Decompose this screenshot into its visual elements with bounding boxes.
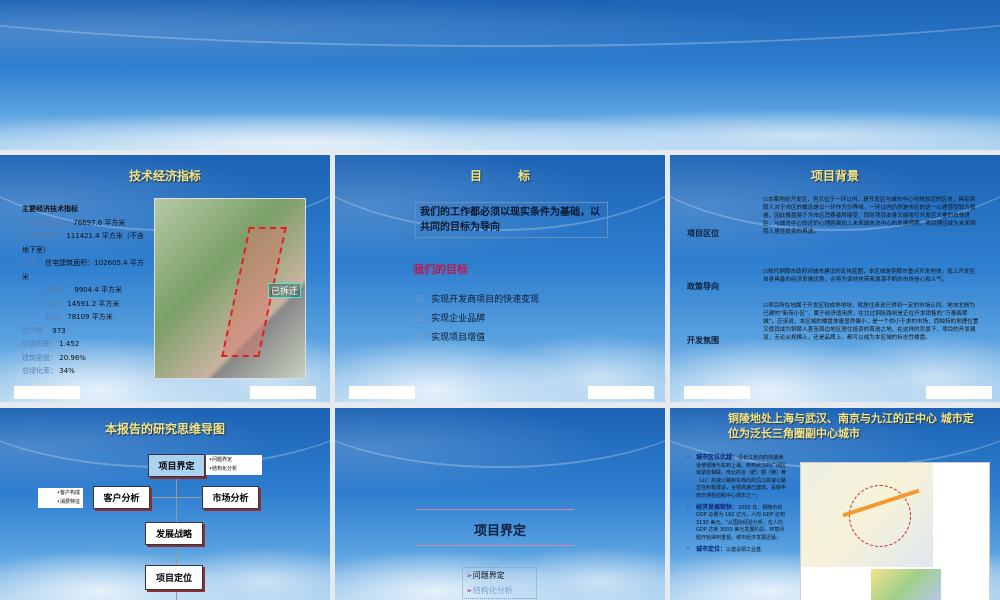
- indicator-row: 规划用地面积： 76697.6 平方米: [22, 218, 126, 227]
- goal-item: ☑ 实现项目增值: [415, 333, 486, 343]
- slide-title: 本报告的研究思维导图: [104, 422, 225, 436]
- indicator-rows: 规划用地面积： 76697.6 平方米总建筑面积： 111421.4 平方米（不…: [22, 217, 150, 379]
- indicator-heading: 主要经济技术指标: [22, 205, 78, 213]
- indicator-row: 总建筑面积： 111421.4 平方米（不含地下室）: [22, 232, 144, 254]
- slide-title: 铜陵地处上海与武汉、南京与九江的正中心 城市定位为泛长三角圈副中心城市: [728, 412, 974, 440]
- node-customer-analysis[interactable]: 客户分析: [93, 486, 150, 509]
- section-label: 开发氛围: [687, 336, 719, 345]
- city-bullet: ➢ 经济发展较快：2005 年，铜陵市的 GDP 总量为 182 亿元，人均 GD…: [686, 503, 785, 541]
- slide-thumbnail-mind-map[interactable]: 本报告的研究思维导图 项目界定 客户分析 市场分析 发展战略 项目定位 •问题界…: [0, 408, 330, 600]
- goals-list: ☑ 实现开发商项目的快速变现 ☑ 实现企业品牌 ☑ 实现项目增值: [415, 291, 539, 348]
- divider-top: [417, 509, 574, 510]
- indicator-row: 高层： 14591.2 平方米: [44, 299, 120, 308]
- section-item: ➢问题界定: [466, 571, 505, 580]
- city-bullet: ➢ 城市区位优越：沿长江走向的快速通道使铜陵与东到上海、西到武汉的广阔区域紧密相联…: [686, 454, 787, 499]
- checkbox-icon: ☑: [415, 333, 424, 343]
- checkbox-icon: ☑: [415, 295, 424, 305]
- note-item: •消费特征: [57, 499, 80, 505]
- node-project-positioning[interactable]: 项目定位: [145, 565, 203, 590]
- indicator-list: 主要经济技术指标 规划用地面积： 76697.6 平方米总建筑面积： 11142…: [22, 203, 150, 379]
- section-item: ➢结构化分析: [466, 586, 513, 595]
- section-text: ☑依托铜陵市政府对城市建设的宏伟蓝图，本区域是铜陵市重点开发地块，加上开发区自身…: [763, 269, 975, 283]
- city-bullet: ➢ 城市定位：以建设铜工业基: [686, 545, 762, 553]
- goals-subtitle: 我们的目标: [413, 263, 468, 276]
- previous-slide-partial[interactable]: [0, 0, 1000, 150]
- section-items: ➢问题界定 ➢结构化分析: [462, 567, 537, 599]
- regional-map-image: [800, 462, 990, 600]
- note-item: •客户构成: [57, 490, 80, 496]
- city-bullets: ➢ 城市区位优越：沿长江走向的快速通道使铜陵与东到上海、西到武汉的广阔区域紧密相联…: [686, 454, 788, 557]
- arrow-bullet-icon: ➢: [686, 545, 691, 552]
- node-project-definition[interactable]: 项目界定: [148, 454, 205, 477]
- note-item: •结构化分析: [209, 466, 237, 472]
- slide-title: 目 标: [469, 169, 530, 183]
- note-left: •客户构成 •消费特征: [38, 488, 83, 508]
- node-market-analysis[interactable]: 市场分析: [202, 486, 259, 509]
- node-development-strategy[interactable]: 发展战略: [145, 522, 203, 545]
- checkbox-icon: ☑: [415, 314, 424, 324]
- goal-item: ☑ 实现开发商项目的快速变现: [415, 295, 540, 305]
- section-label: 政策导向: [687, 282, 719, 291]
- arrow-bullet-icon: ➢: [686, 503, 691, 510]
- divider-bottom: [417, 545, 574, 546]
- indicator-row: 其中： 住宅建筑面积：102605.4 平方米: [22, 259, 144, 281]
- indicator-row: 建筑密度： 20.96%: [22, 353, 86, 362]
- slide-thumbnail-goals[interactable]: 目 标 我们的工作都必须以现实条件为基础，以共同的目标为导向 我们的目标 ☑ 实现…: [335, 155, 665, 402]
- slide-thumbnail-project-background[interactable]: 项目背景 项目区位 ☑本案地处开发区，但又位于一环以内，是开发区与城市中心地块较近…: [670, 155, 1000, 402]
- section-label: 项目区位: [687, 229, 719, 238]
- arrow-bullet-icon: ➢: [686, 454, 691, 460]
- slide-title: 技术经济指标: [128, 169, 201, 183]
- indicator-row: 总容积率： 1.452: [22, 340, 80, 348]
- statement-box: 我们的工作都必须以现实条件为基础，以共同的目标为导向: [415, 202, 608, 238]
- slide-thumbnail-city-location[interactable]: 铜陵地处上海与武汉、南京与九江的正中心 城市定位为泛长三角圈副中心城市 ➢ 城市区…: [670, 408, 1000, 600]
- section-title: 项目界定: [473, 524, 526, 539]
- note-item: •问题界定: [209, 457, 232, 463]
- slide-title: 项目背景: [810, 169, 859, 183]
- slide-thumbnail-section-project-definition[interactable]: 项目界定 ➢问题界定 ➢结构化分析: [335, 408, 665, 600]
- section-text: ☑本案地处开发区，但又位于一环以内，是开发区与城市中心地块较近的区块，具有铜陵人…: [763, 197, 976, 235]
- section-text: ☑项目所在地属于开发区较成熟地块，就居住来说已得到一定的市场认同。地块北侧为已建…: [763, 303, 979, 341]
- indicator-row: 总户数： 973: [22, 326, 66, 335]
- indicator-row: 小高层： 9904.4 平方米: [44, 286, 122, 294]
- slide-thumbnail-technical-indicators[interactable]: 技术经济指标 主要经济技术指标 规划用地面积： 76697.6 平方米总建筑面积…: [0, 155, 330, 402]
- indicator-row: 多层： 78109 平方米: [44, 313, 113, 321]
- site-plan-image: 已拆迁: [154, 198, 306, 379]
- indicator-row: 总绿化率： 34%: [22, 367, 75, 375]
- map-label: 已拆迁: [268, 283, 302, 298]
- note-right: •问题界定 •结构化分析: [206, 455, 262, 475]
- goal-item: ☑ 实现企业品牌: [415, 314, 486, 324]
